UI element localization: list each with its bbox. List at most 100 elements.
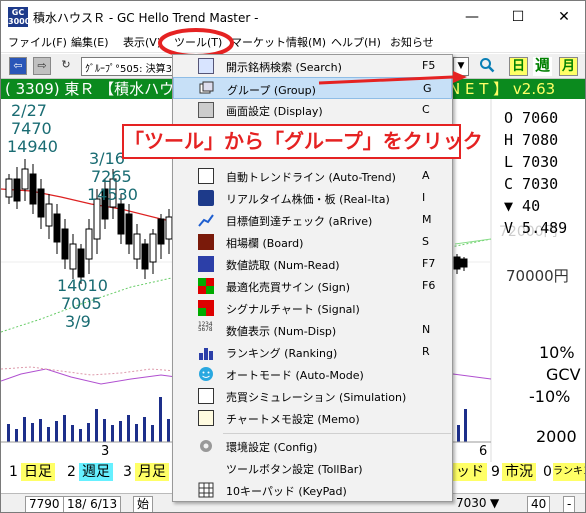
menu-item-config[interactable]: 環境設定 (Config) — [173, 435, 452, 457]
period-key-1: 1 — [9, 464, 18, 480]
chevron-down-icon[interactable]: ▼ — [453, 57, 469, 76]
menu-item-auto-mode[interactable]: オートモード (Auto-Mode) — [173, 363, 452, 385]
volume-value: V 5.489 — [504, 219, 568, 237]
menu-tools[interactable]: ツール(T) — [174, 34, 222, 50]
peak-price-adjusted-label: 14940 — [7, 137, 58, 156]
search-list-icon — [198, 58, 214, 74]
monthly-chart-button[interactable]: 月足 — [135, 463, 169, 481]
peak2-date-label: 3/16 — [89, 149, 125, 168]
status-change: 40 — [527, 496, 551, 512]
tools-dropdown-menu: 開示銘柄検索 (Search) F5 グループ (Group) G 画面設定 (… — [172, 54, 453, 502]
low-value: L 7030 — [504, 153, 559, 171]
status-sep: - — [563, 496, 576, 512]
market-button[interactable]: 市況 — [502, 463, 536, 481]
num-read-icon — [198, 256, 214, 272]
close-value: C 7030 — [504, 175, 559, 193]
sign-icon — [198, 278, 214, 294]
search-icon[interactable] — [477, 57, 496, 76]
weekly-chart-button[interactable]: 週足 — [79, 463, 113, 481]
oscillator-purple — [1, 368, 177, 385]
display-icon — [198, 102, 214, 118]
ranking-button[interactable]: ランキン — [553, 463, 585, 481]
price-axis-70000: 70000円 — [506, 267, 569, 285]
high-value: H 7080 — [504, 131, 559, 149]
menu-item-search[interactable]: 開示銘柄検索 (Search) F5 — [173, 55, 452, 77]
auto-mode-icon — [198, 366, 214, 382]
menu-item-auto-trend[interactable]: 自動トレンドライン (Auto-Trend) A — [173, 165, 452, 187]
menu-item-display[interactable]: 画面設定 (Display) C — [173, 99, 452, 121]
menu-view[interactable]: 表示(V) — [123, 34, 161, 50]
menu-help[interactable]: ヘルプ(H) — [331, 34, 381, 50]
menu-item-keypad[interactable]: 10キーパッド (KeyPad) — [173, 479, 452, 501]
week-button[interactable]: 週 — [533, 57, 552, 76]
x-axis-tick-6: 6 — [479, 444, 488, 459]
period-key-2: 2 — [67, 464, 76, 480]
menu-edit[interactable]: 編集(E) — [71, 34, 109, 50]
peak-price-label: 7470 — [11, 119, 52, 138]
app-window: GC 3000 積水ハウスＲ - GC Hello Trend Master -… — [0, 0, 586, 513]
num-disp-icon: 1234 5678 — [198, 321, 213, 333]
oscillator-axis-neg10: -10% — [529, 387, 571, 406]
toolbar-icon — [198, 460, 214, 476]
daily-chart-button[interactable]: 日足 — [21, 463, 55, 481]
volume-axis-2000: 2000 — [536, 427, 577, 446]
app-logo-icon: GC 3000 — [8, 7, 31, 27]
menu-item-signal[interactable]: シグナルチャート (Signal) — [173, 297, 452, 319]
group-select[interactable]: ｸﾞﾙｰﾌﾟ°505: 決算3 — [81, 57, 176, 76]
day-button[interactable]: 日 — [509, 57, 528, 76]
forward-arrow-icon[interactable]: ⇨ — [33, 57, 51, 75]
oscillator-dotted — [1, 366, 177, 376]
menu-item-real-ita[interactable]: リアルタイム株価・板 (Real-Ita) I — [173, 187, 452, 209]
refresh-icon[interactable]: ↻ — [57, 57, 75, 75]
period-key-9: 9 — [491, 464, 500, 480]
menu-notice[interactable]: お知らせ — [390, 34, 434, 50]
month-button[interactable]: 月 — [559, 57, 578, 76]
auto-trend-icon — [198, 168, 214, 184]
menu-market-info[interactable]: マーケット情報(M) — [231, 34, 326, 50]
status-close: 7030 — [456, 496, 487, 510]
menu-file[interactable]: ファイル(F) — [8, 34, 67, 50]
trend-line-green — [454, 238, 492, 245]
menu-item-ranking[interactable]: ランキング (Ranking) R — [173, 341, 452, 363]
menu-item-sign[interactable]: 最適化売買サイン (Sign) F6 — [173, 275, 452, 297]
signal-icon — [198, 300, 214, 316]
board-icon — [198, 234, 214, 250]
menu-item-num-disp[interactable]: 1234 5678 数値表示 (Num-Disp) N — [173, 319, 452, 341]
memo-icon — [198, 410, 214, 426]
window-title: 積水ハウスＲ - GC Hello Trend Master - — [33, 11, 259, 25]
grid-view-button[interactable]: ッド — [453, 463, 487, 481]
peak2-price-adjusted-label: 14530 — [87, 185, 138, 204]
menu-item-simulation[interactable]: 売買シミュレーション (Simulation) — [173, 385, 452, 407]
minimize-button[interactable]: — — [449, 1, 495, 32]
title-bar: GC 3000 積水ハウスＲ - GC Hello Trend Master -… — [1, 1, 585, 32]
menu-item-board[interactable]: 相場欄 (Board) S — [173, 231, 452, 253]
instruction-callout: 「ツール」から「グループ」をクリック — [122, 124, 483, 159]
keypad-icon — [198, 482, 214, 498]
maximize-button[interactable]: ☐ — [495, 1, 541, 32]
status-open-label: 始 — [133, 496, 154, 512]
menu-item-arrive[interactable]: 目標値到達チェック (aRrive) M — [173, 209, 452, 231]
menu-item-memo[interactable]: チャートメモ設定 (Memo) — [173, 407, 452, 429]
ohlc-panel: O 7060 H 7080 L 7030 C 7030 ▼ 40 V 5.489 — [504, 107, 584, 239]
group-icon — [199, 81, 215, 97]
oscillator-right — [452, 373, 492, 380]
trough-price-label: 7005 — [61, 294, 102, 313]
simulation-icon — [198, 388, 214, 404]
status-down-arrow-icon: ▼ — [490, 496, 500, 510]
arrive-icon — [198, 212, 214, 228]
menu-item-group[interactable]: グループ (Group) G — [173, 77, 452, 99]
menu-bar: ファイル(F) 編集(E) 表示(V) ツール(T) マーケット情報(M) ヘル… — [1, 32, 585, 53]
back-arrow-icon[interactable]: ⇦ — [9, 57, 27, 75]
oscillator-axis-10: 10% — [539, 343, 575, 362]
trough-price-adjusted-label: 14010 — [57, 276, 108, 295]
ranking-icon — [198, 344, 214, 360]
menu-item-toolbar[interactable]: ツールボタン設定 (TollBar) — [173, 457, 452, 479]
status-date: 18/ 6/13 — [63, 496, 122, 512]
gcv-label: GCV — [546, 365, 581, 384]
menu-item-num-read[interactable]: 数値読取 (Num-Read) F7 — [173, 253, 452, 275]
close-button[interactable]: ✕ — [541, 1, 585, 32]
trough-date-label: 3/9 — [65, 312, 91, 331]
x-axis-tick-3: 3 — [101, 444, 110, 459]
period-key-0: 0 — [543, 464, 552, 480]
peak-date-label: 2/27 — [11, 101, 47, 120]
